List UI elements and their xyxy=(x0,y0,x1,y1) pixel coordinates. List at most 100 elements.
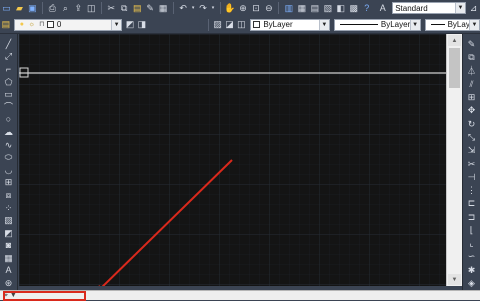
zoom-previous-icon[interactable]: ⊖ xyxy=(263,3,274,14)
blend-icon[interactable]: ∽ xyxy=(466,251,478,262)
rectangle-icon[interactable]: ▭ xyxy=(3,89,15,100)
make-current-layer-icon[interactable]: ◩ xyxy=(125,19,135,30)
scale-icon[interactable]: ⤡ xyxy=(466,132,478,143)
make-block-icon[interactable]: ⧈ xyxy=(3,190,15,201)
spline-icon[interactable]: ∿ xyxy=(3,140,15,151)
match-properties-icon[interactable]: ✎ xyxy=(145,3,156,14)
toolbar-separator xyxy=(278,2,280,14)
extend-icon[interactable]: ⊣ xyxy=(466,172,478,183)
layer-isolate-icon[interactable]: ◪ xyxy=(225,19,235,30)
design-center-icon[interactable]: ▦ xyxy=(296,3,307,14)
save-icon[interactable]: ▣ xyxy=(27,3,38,14)
scroll-down-button[interactable]: ▼ xyxy=(448,274,461,285)
line-icon[interactable]: ╱ xyxy=(3,39,15,50)
toolbar-separator xyxy=(207,18,209,31)
insert-block-icon[interactable]: ⊞ xyxy=(3,178,15,189)
revcloud-icon[interactable]: ☁ xyxy=(3,127,15,138)
offset-icon[interactable]: ⫽ xyxy=(466,79,478,90)
break-icon[interactable]: ⊏ xyxy=(466,198,478,209)
new-file-icon[interactable]: ▭ xyxy=(1,3,12,14)
layer-dropdown[interactable]: ● ☼ ⊓ 0 ▼ xyxy=(13,18,123,31)
color-dropdown-value: ByLayer xyxy=(263,20,293,29)
layer-match-icon[interactable]: ◫ xyxy=(236,19,246,30)
quickcalc-icon[interactable]: ▩ xyxy=(348,3,359,14)
trim-icon[interactable]: ✂ xyxy=(466,158,478,169)
rotate-icon[interactable]: ↻ xyxy=(466,119,478,130)
linetype-dropdown-value: ByLayer xyxy=(380,20,411,29)
arc-icon[interactable]: ⌒ xyxy=(3,102,15,113)
publish-icon[interactable]: ⇪ xyxy=(73,3,84,14)
toolbar-separator xyxy=(100,2,102,14)
vertical-scrollbar[interactable]: ▲ ▼ xyxy=(446,34,462,286)
linetype-dropdown[interactable]: ByLayer ▼ xyxy=(333,18,421,31)
layer-previous-icon[interactable]: ◨ xyxy=(137,19,147,30)
layers-properties-toolbar: ▤ ● ☼ ⊓ 0 ▼ ◩ ◨ ▨ ◪ ◫ ByLayer ▼ ByLayer … xyxy=(0,16,480,34)
print-icon[interactable]: ⎙ xyxy=(47,3,58,14)
chevron-down-icon[interactable]: ▼ xyxy=(111,19,122,30)
table-icon[interactable]: ▦ xyxy=(3,253,15,264)
tool-palettes-icon[interactable]: ▤ xyxy=(309,3,320,14)
zoom-window-icon[interactable]: ⊡ xyxy=(251,3,262,14)
ellipse-icon[interactable]: ⬭ xyxy=(3,152,15,163)
region-icon[interactable]: ◙ xyxy=(3,241,15,252)
help-icon[interactable]: ? xyxy=(361,3,372,14)
zoom-realtime-icon[interactable]: ⊕ xyxy=(238,3,249,14)
undo-dropdown-icon[interactable]: ▾ xyxy=(191,3,196,14)
drawing-area[interactable] xyxy=(19,34,446,286)
block-editor-icon[interactable]: ▦ xyxy=(158,3,169,14)
fillet-icon[interactable]: ⌞ xyxy=(466,238,478,249)
paste-icon[interactable]: ▤ xyxy=(132,3,143,14)
chevron-down-icon[interactable]: ▼ xyxy=(455,3,465,13)
chevron-down-icon[interactable]: ▼ xyxy=(409,19,420,30)
chevron-down-icon[interactable]: ▼ xyxy=(318,19,329,30)
style-dropdown[interactable]: Standard ▼ xyxy=(392,2,466,14)
redo-icon[interactable]: ↷ xyxy=(198,3,209,14)
polyline-icon[interactable]: ⌐ xyxy=(3,64,15,75)
undo-icon[interactable]: ↶ xyxy=(178,3,189,14)
properties-icon[interactable]: ▥ xyxy=(283,3,294,14)
add-selected-icon[interactable]: ⊛ xyxy=(3,278,15,289)
print-preview-icon[interactable]: ⌕ xyxy=(60,3,71,14)
model-space-canvas[interactable] xyxy=(19,34,446,286)
join-icon[interactable]: ⊐ xyxy=(466,211,478,222)
lineweight-dropdown[interactable]: ByLayer ▼ xyxy=(424,18,480,31)
toolbar-separator xyxy=(172,2,174,14)
text-style-icon[interactable]: A xyxy=(377,3,388,14)
mirror-icon[interactable]: ⏃ xyxy=(466,66,478,77)
grid xyxy=(19,34,446,286)
scrollbar-thumb[interactable] xyxy=(449,48,460,88)
redo-dropdown-icon[interactable]: ▾ xyxy=(211,3,216,14)
color-dropdown[interactable]: ByLayer ▼ xyxy=(250,18,330,31)
hatch-icon[interactable]: ▨ xyxy=(3,215,15,226)
move-icon[interactable]: ✥ xyxy=(466,105,478,116)
markup-icon[interactable]: ◧ xyxy=(335,3,346,14)
chevron-down-icon[interactable]: ▼ xyxy=(468,19,479,30)
pan-realtime-icon[interactable]: ✋ xyxy=(224,3,235,14)
gradient-icon[interactable]: ◩ xyxy=(3,228,15,239)
construction-line-icon[interactable]: ⤢ xyxy=(3,52,15,63)
polygon-icon[interactable]: ⬠ xyxy=(3,77,15,88)
cut-icon[interactable]: ✂ xyxy=(106,3,117,14)
ellipse-arc-icon[interactable]: ◡ xyxy=(3,165,15,176)
mtext-icon[interactable]: A xyxy=(3,266,15,277)
open-file-icon[interactable]: ▰ xyxy=(14,3,25,14)
explode-icon[interactable]: ✱ xyxy=(466,265,478,276)
erase-icon[interactable]: ✎ xyxy=(466,39,478,50)
lineweight-sample xyxy=(430,24,445,25)
scroll-up-button[interactable]: ▲ xyxy=(448,35,461,46)
point-icon[interactable]: ⁘ xyxy=(3,203,15,214)
layer-properties-icon[interactable]: ▤ xyxy=(1,19,11,30)
stretch-icon[interactable]: ⇲ xyxy=(466,145,478,156)
circle-icon[interactable]: ○ xyxy=(3,115,15,126)
copy-clip-icon[interactable]: ⧉ xyxy=(119,3,130,14)
layer-state-icon[interactable]: ▨ xyxy=(213,19,223,30)
dim-style-icon[interactable]: ⊿ xyxy=(468,3,479,14)
copy-icon[interactable]: ⧉ xyxy=(466,52,478,63)
array-icon[interactable]: ⊞ xyxy=(466,92,478,103)
chamfer-icon[interactable]: ⌊ xyxy=(466,225,478,236)
standard-toolbar: ▭ ▰ ▣ ⎙ ⌕ ⇪ ◫ ✂ ⧉ ▤ ✎ ▦ ↶ ▾ ↷ ▾ ✋ ⊕ ⊡ ⊖ … xyxy=(0,0,480,17)
3d-print-icon[interactable]: ◫ xyxy=(86,3,97,14)
pan-icon[interactable]: ◈ xyxy=(466,278,478,289)
break-point-icon[interactable]: ⋮ xyxy=(466,185,478,196)
sheet-set-icon[interactable]: ▧ xyxy=(322,3,333,14)
